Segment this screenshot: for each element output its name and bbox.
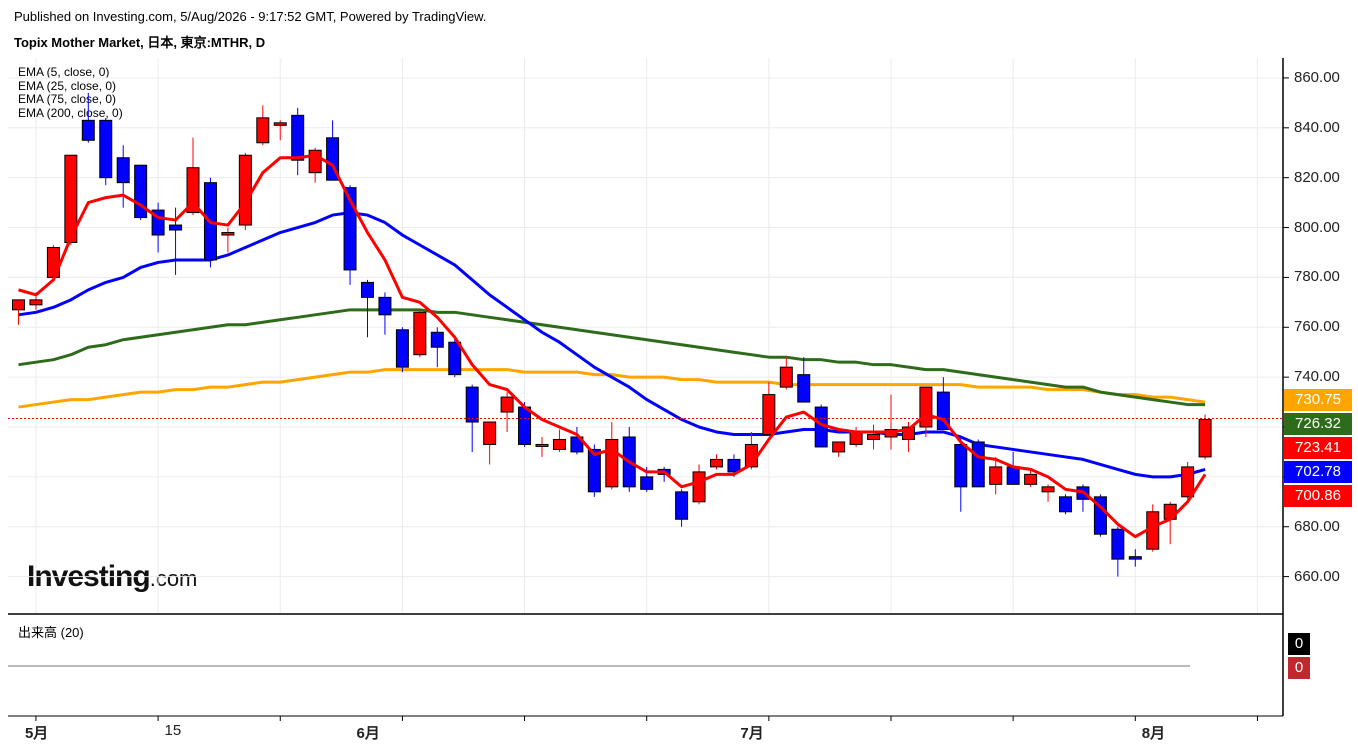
candle-body [954, 443, 968, 488]
candle-body [710, 458, 723, 468]
x-tick-label: 8月 [1141, 725, 1166, 742]
candle-body [692, 471, 706, 503]
candle-body [779, 366, 793, 388]
candle-body [605, 438, 619, 488]
price-chart[interactable] [0, 0, 1358, 748]
candle-body [919, 386, 933, 428]
y-tick-label: 780.00 [1294, 268, 1340, 286]
price-tag: 726.32 [1284, 413, 1352, 436]
candle-body [291, 114, 305, 161]
candle-body [413, 311, 427, 356]
y-tick-label: 820.00 [1294, 168, 1340, 186]
y-tick-label: 760.00 [1294, 318, 1340, 336]
candle-body [989, 466, 1003, 485]
x-tick-label: 15 [164, 722, 182, 739]
y-tick-label: 840.00 [1294, 118, 1340, 136]
candle-body [1059, 496, 1072, 513]
candle-body [221, 232, 235, 236]
candle-body [1006, 466, 1020, 485]
candle-body [797, 374, 811, 403]
candle-body [1024, 473, 1038, 485]
candle-body [99, 119, 113, 179]
candle-body [971, 441, 985, 488]
candle-body [256, 117, 270, 144]
candle-body [378, 296, 392, 316]
candle-body [535, 443, 549, 447]
candle-body [500, 396, 514, 413]
volume-tag: 0 [1288, 633, 1310, 655]
candle-body [448, 341, 462, 376]
candle-body [727, 458, 741, 473]
volume-tag: 0 [1288, 657, 1310, 679]
price-tag: 700.86 [1284, 485, 1352, 508]
ema-line [18, 368, 1206, 409]
candle-body [29, 299, 43, 306]
candle-body [849, 431, 863, 445]
y-tick-label: 660.00 [1294, 567, 1340, 585]
x-tick-label: 6月 [356, 725, 380, 742]
candle-body [361, 281, 374, 298]
candle-body [675, 491, 689, 520]
candle-body [430, 331, 444, 348]
x-axis-ticks [35, 716, 1258, 721]
chart-frame [8, 58, 1284, 717]
candle-body [465, 386, 479, 423]
y-tick-label: 740.00 [1294, 368, 1340, 386]
x-tick-label: 7月 [740, 725, 764, 742]
price-tag: 723.41 [1284, 437, 1352, 460]
price-tag: 702.78 [1284, 461, 1352, 484]
candle-body [395, 329, 409, 368]
candle-body [116, 157, 130, 184]
candle-body [762, 394, 776, 435]
y-tick-label: 860.00 [1294, 68, 1340, 86]
candle-body [1181, 466, 1195, 498]
candle-body [518, 406, 532, 445]
candle-body [1041, 486, 1055, 493]
candle-body [832, 441, 846, 453]
candle-body [169, 224, 183, 231]
y-tick-label: 800.00 [1294, 218, 1340, 236]
candle-body [552, 438, 566, 450]
candle-body [308, 149, 322, 174]
candle-body [12, 299, 25, 311]
candle-body [238, 154, 252, 226]
price-tag: 730.75 [1284, 389, 1352, 412]
x-tick-label: 5月 [24, 725, 49, 742]
candle-body [1111, 528, 1125, 560]
candle-body [483, 421, 497, 445]
y-tick-label: 680.00 [1294, 517, 1340, 535]
candle-body [1128, 556, 1142, 560]
candle-body [640, 476, 654, 490]
candle-body [1198, 419, 1212, 458]
candle-body [273, 122, 287, 126]
candle-body [81, 119, 95, 141]
candle-body [867, 433, 881, 440]
